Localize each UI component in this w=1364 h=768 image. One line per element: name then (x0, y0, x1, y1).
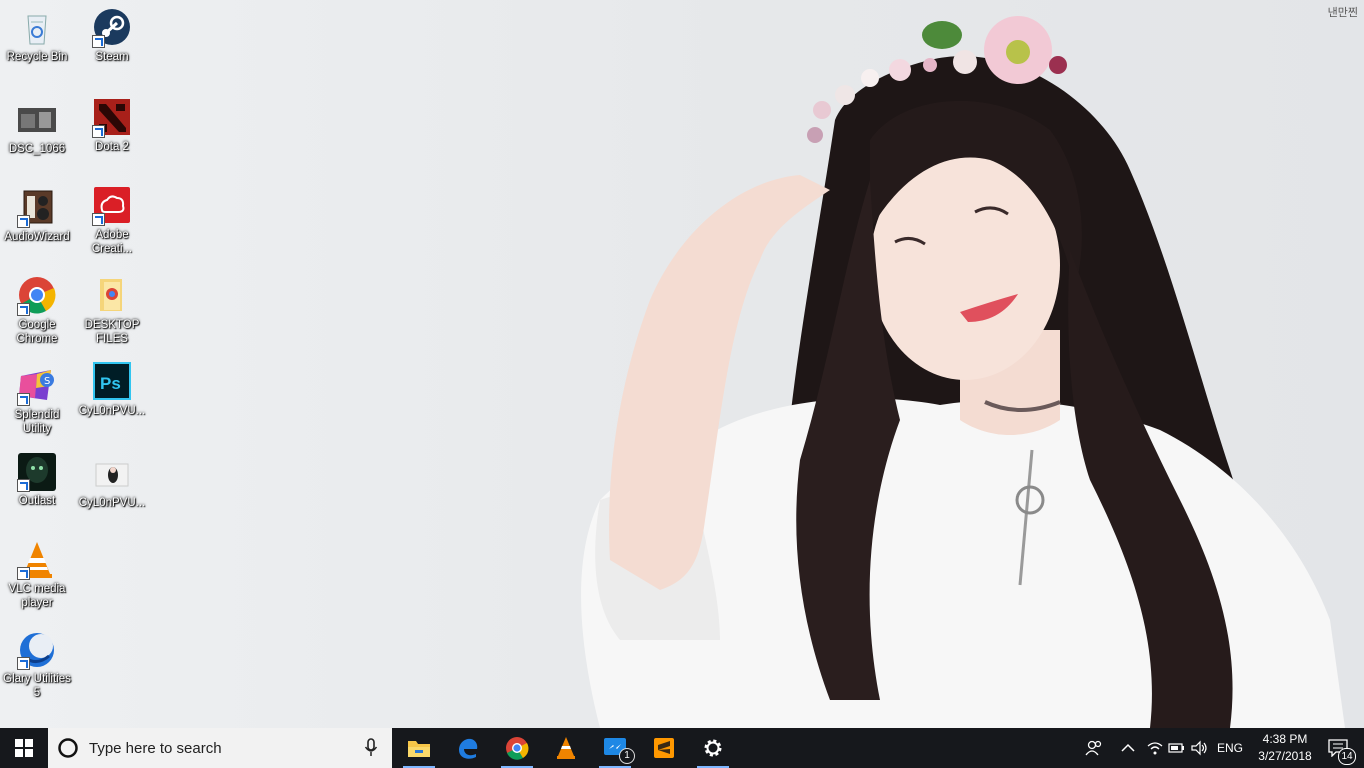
taskbar-sublime-text[interactable] (642, 728, 686, 768)
taskbar: Type here to search 1 ENG 4:38 PM 3/27/2… (0, 728, 1364, 768)
tray-network[interactable] (1144, 728, 1166, 768)
steam-icon (92, 8, 132, 48)
chrome-icon (17, 276, 57, 316)
desktop-icon-desktop-files[interactable]: DESKTOP FILES (75, 276, 149, 346)
microphone-icon[interactable] (364, 738, 378, 758)
desktop-icon-image-file[interactable]: CyL0nPVU... (75, 454, 149, 510)
splendid-icon: S (17, 366, 57, 406)
chrome-icon (506, 737, 529, 760)
notification-count-badge: 14 (1338, 748, 1356, 765)
desktop-icon-label: Recycle Bin (6, 51, 68, 63)
tray-clock[interactable]: 4:38 PM 3/27/2018 (1255, 731, 1315, 765)
taskbar-messenger[interactable]: 1 (593, 728, 637, 768)
file-explorer-icon (408, 741, 430, 757)
desktop-icon-dsc-1066[interactable]: DSC_1066 (0, 100, 74, 156)
taskbar-vlc[interactable] (544, 728, 588, 768)
desktop-icon-dota2[interactable]: Dota 2 (75, 98, 149, 154)
wallpaper-watermark: 낸만찐 (1327, 6, 1358, 19)
people-icon (1085, 740, 1102, 756)
wifi-icon (1147, 742, 1163, 755)
photo-thumbnail-icon (17, 100, 57, 140)
desktop-wallpaper: 낸만찐 (0, 0, 1364, 728)
shortcut-arrow-icon (17, 657, 30, 670)
desktop-icon-label: DESKTOP FILES (84, 319, 140, 345)
vlc-icon (557, 737, 575, 759)
shortcut-arrow-icon (92, 125, 105, 138)
desktop-icon-label: Google Chrome (16, 319, 58, 345)
desktop-icon-label: CyL0nPVU... (78, 497, 146, 509)
sublime-text-icon (654, 738, 674, 758)
clock-time: 4:38 PM (1262, 732, 1308, 746)
messenger-badge: 1 (619, 748, 635, 764)
shortcut-arrow-icon (17, 393, 30, 406)
tray-show-hidden-icons[interactable] (1116, 728, 1140, 768)
glary-icon (17, 630, 57, 670)
photoshop-icon: Ps (92, 362, 132, 402)
vlc-icon (17, 540, 57, 580)
chevron-up-icon (1121, 743, 1135, 752)
desktop-icon-audiowizard[interactable]: AudioWizard (0, 188, 74, 244)
folder-icon (92, 276, 132, 316)
outlast-icon (17, 452, 57, 492)
taskbar-file-explorer[interactable] (397, 728, 441, 768)
battery-icon (1168, 743, 1184, 753)
cortana-icon (58, 738, 78, 758)
adobe-cc-icon (92, 186, 132, 226)
desktop-icon-label: AudioWizard (4, 231, 70, 243)
volume-icon (1191, 740, 1207, 756)
desktop-icon-label: Dota 2 (95, 141, 129, 153)
start-button[interactable] (0, 728, 48, 768)
wallpaper-portrait (581, 16, 1345, 728)
desktop-icon-glary-utilities[interactable]: Glary Utilities 5 (0, 630, 74, 700)
clock-date: 3/27/2018 (1258, 749, 1312, 763)
image-thumbnail-icon (92, 454, 132, 494)
tray-battery[interactable] (1166, 728, 1188, 768)
taskbar-search-box[interactable]: Type here to search (48, 728, 392, 768)
desktop-icon-label: CyL0nPVU... (78, 405, 146, 417)
desktop-icon-label: Outlast (18, 495, 56, 507)
search-placeholder: Type here to search (89, 739, 222, 757)
shortcut-arrow-icon (17, 303, 30, 316)
desktop-icon-photoshop-file[interactable]: Ps CyL0nPVU... (75, 362, 149, 418)
tray-people[interactable] (1080, 728, 1108, 768)
svg-text:S: S (44, 376, 50, 387)
desktop-icon-label: Splendid Utility (14, 409, 60, 435)
tray-volume[interactable] (1189, 728, 1211, 768)
desktop-icon-label: Adobe Creati... (91, 229, 133, 255)
desktop-icon-label: VLC media player (8, 583, 66, 609)
desktop-icon-google-chrome[interactable]: Google Chrome (0, 276, 74, 346)
desktop-icon-label: Steam (95, 51, 129, 63)
desktop-icon-adobe-creative-cloud[interactable]: Adobe Creati... (75, 186, 149, 256)
windows-logo-icon (15, 739, 33, 757)
svg-text:Ps: Ps (100, 374, 121, 393)
shortcut-arrow-icon (17, 215, 30, 228)
recycle-bin-icon (17, 8, 57, 48)
settings-icon (704, 739, 722, 757)
taskbar-edge[interactable] (446, 728, 490, 768)
shortcut-arrow-icon (92, 35, 105, 48)
action-center-button[interactable]: 14 (1318, 728, 1358, 768)
dota2-icon (92, 98, 132, 138)
desktop-icon-label: DSC_1066 (8, 143, 66, 155)
tray-language[interactable]: ENG (1213, 728, 1247, 768)
desktop-icon-label: Glary Utilities 5 (3, 673, 71, 699)
desktop-icon-recycle-bin[interactable]: Recycle Bin (0, 8, 74, 64)
desktop-icon-vlc[interactable]: VLC media player (0, 540, 74, 610)
taskbar-chrome[interactable] (495, 728, 539, 768)
desktop-icon-outlast[interactable]: Outlast (0, 452, 74, 508)
edge-icon (459, 738, 478, 759)
taskbar-settings[interactable] (691, 728, 735, 768)
speaker-icon (17, 188, 57, 228)
shortcut-arrow-icon (17, 567, 30, 580)
desktop-icon-steam[interactable]: Steam (75, 8, 149, 64)
shortcut-arrow-icon (92, 213, 105, 226)
desktop-icon-splendid-utility[interactable]: S Splendid Utility (0, 366, 74, 436)
shortcut-arrow-icon (17, 479, 30, 492)
